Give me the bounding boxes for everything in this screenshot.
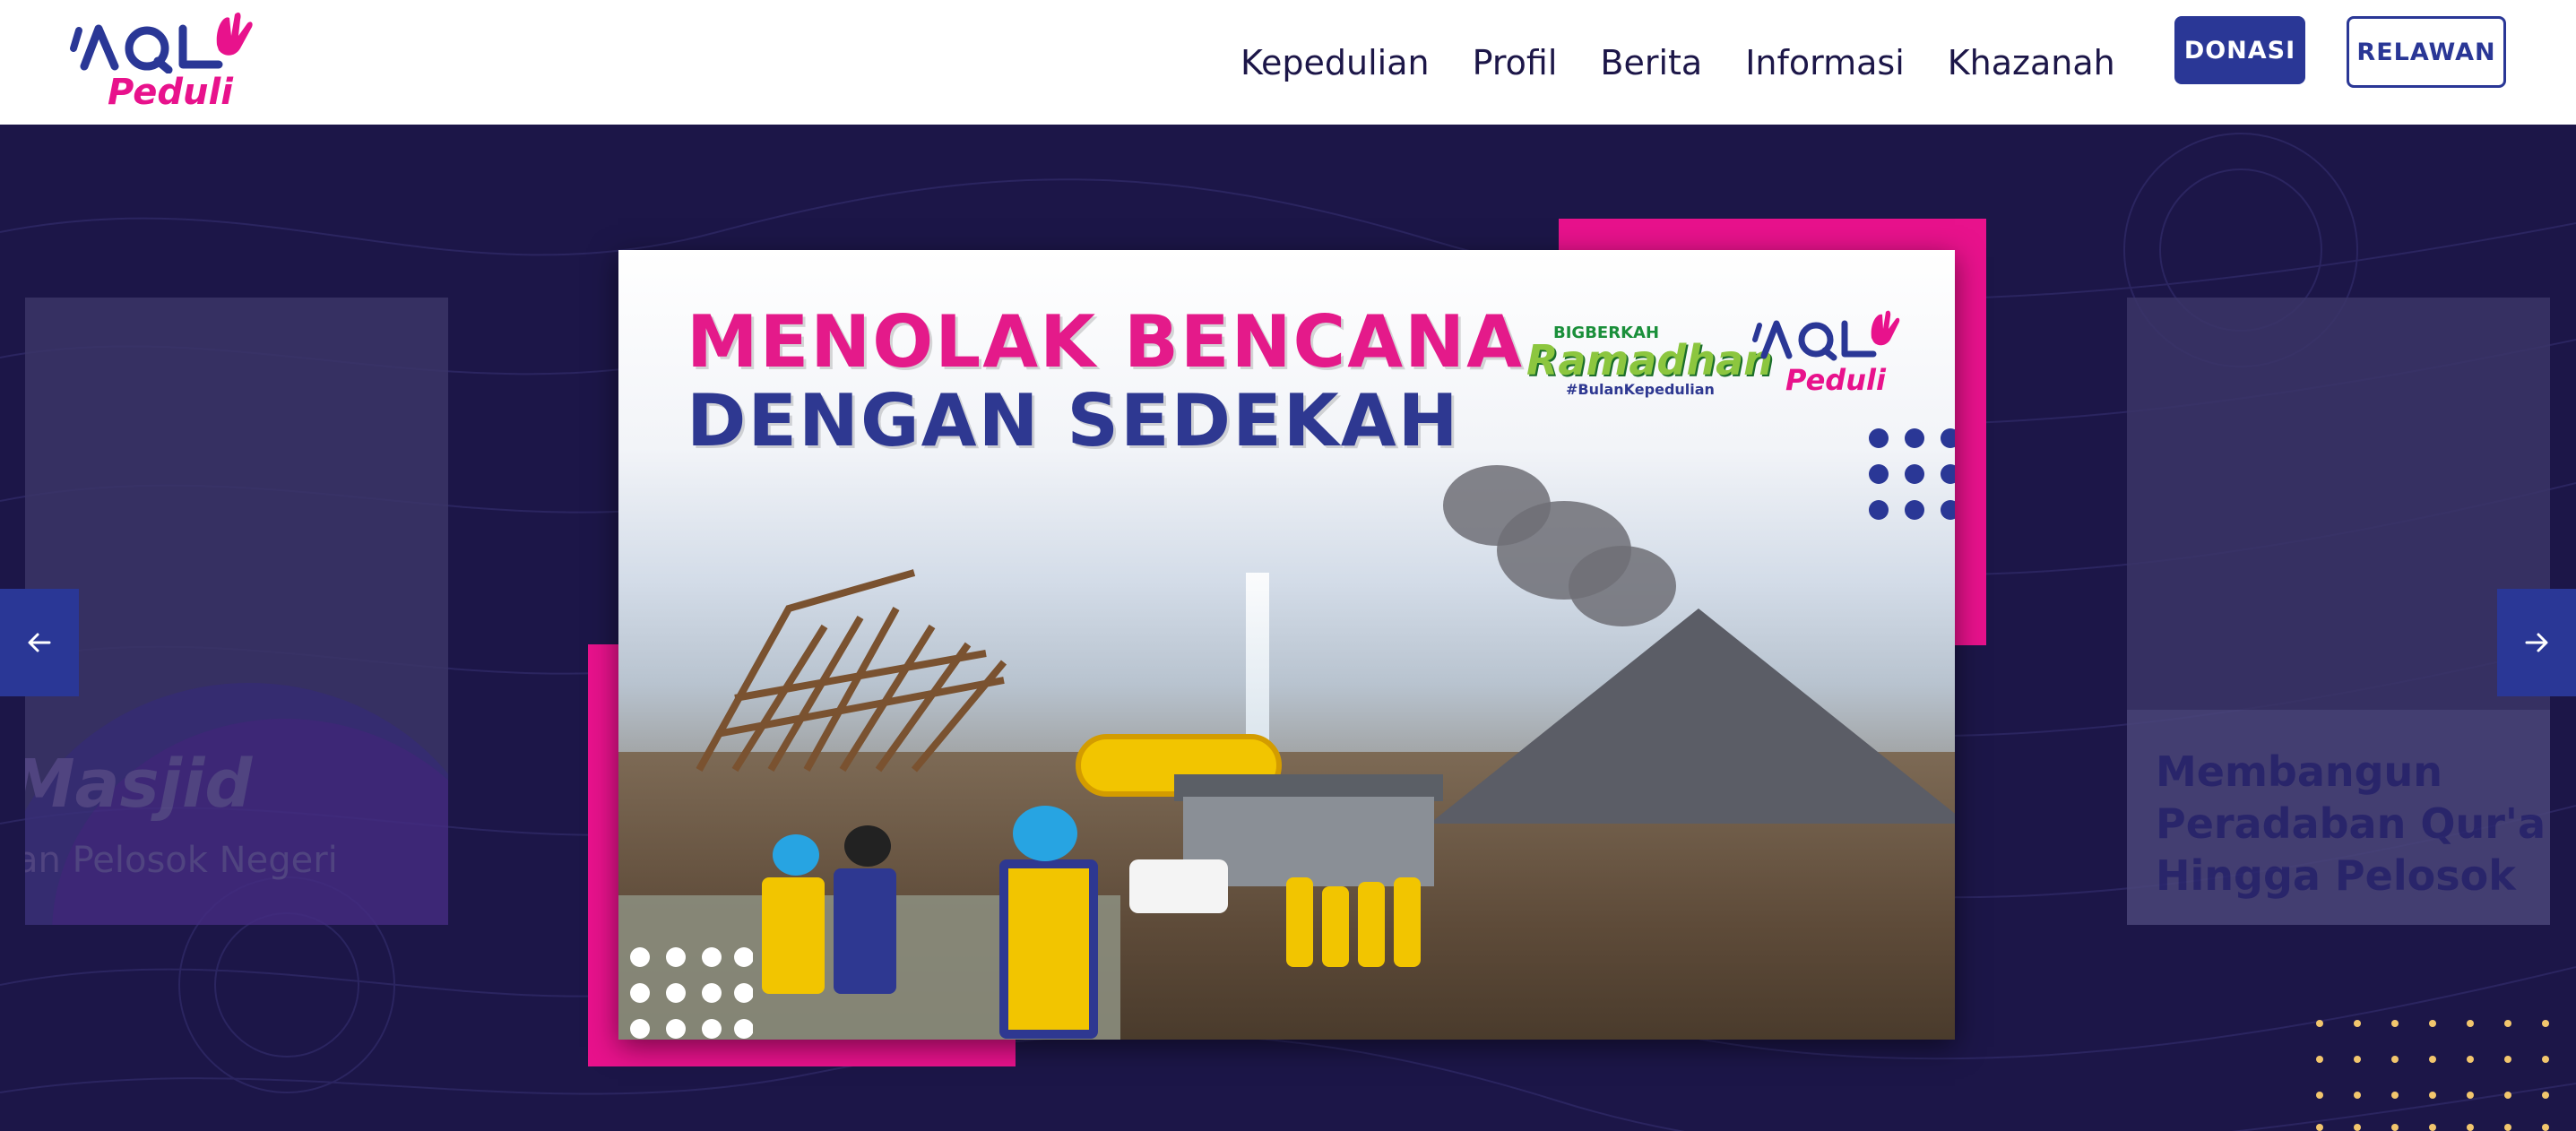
slide-headline-line2: DENGAN SEDEKAH (687, 379, 1460, 462)
donasi-button[interactable]: DONASI (2174, 16, 2305, 84)
nav-item-informasi[interactable]: Informasi (1745, 43, 1905, 82)
nav-item-profil[interactable]: Profil (1473, 43, 1558, 82)
scene-helmet (1013, 806, 1077, 861)
nav-item-kepedulian[interactable]: Kepedulian (1240, 43, 1430, 82)
scene-helmet (844, 825, 891, 867)
next-slide-title-line: Membangun (2156, 747, 2443, 796)
logo-text: Peduli (108, 72, 233, 113)
nav-item-berita[interactable]: Berita (1600, 43, 1702, 82)
badge-main-text: Ramadhan (1526, 336, 1773, 384)
badge-hashtag: #BulanKepedulian (1566, 381, 1715, 398)
slide-logo-text: Peduli (1785, 363, 1886, 397)
scene-car (1129, 859, 1228, 913)
carousel-next-button[interactable] (2497, 589, 2576, 696)
next-slide-title-line: Hingga Pelosok (2156, 851, 2516, 900)
slide-headline-line1: MENOLAK BENCANA (687, 300, 1525, 384)
aql-logo-mark (1752, 310, 1900, 361)
carousel-prev-button[interactable] (0, 589, 79, 696)
arrow-right-icon (2525, 633, 2548, 652)
main-nav: Kepedulian Profil Berita Informasi Khaza… (1240, 0, 2115, 125)
aql-peduli-logo[interactable]: Peduli (65, 5, 257, 113)
scene-volunteer (1286, 877, 1313, 967)
prev-slide-subtitle: an Pelosok Negeri (25, 840, 338, 881)
scene-volunteer (762, 877, 825, 994)
scene-helmet (773, 834, 819, 876)
slide-aql-logo: Peduli (1750, 307, 1902, 406)
decorative-dots (1869, 428, 1955, 520)
scene-volunteer (1394, 877, 1421, 967)
decorative-dots (630, 947, 753, 1039)
scene-smoke (1569, 546, 1676, 626)
nav-item-khazanah[interactable]: Khazanah (1948, 43, 2115, 82)
hero-carousel: Masjid an Pelosok Negeri Membangun Perad… (0, 125, 2576, 1131)
decorative-dots (2316, 1020, 2549, 1131)
next-slide-title-line: Peradaban Qur'a (2156, 799, 2546, 848)
next-slide-title: Membangun Peradaban Qur'a Hingga Pelosok (2156, 746, 2546, 902)
scene-volcano (1430, 609, 1955, 824)
scene-volunteer (1358, 882, 1385, 967)
next-slide-preview[interactable]: Membangun Peradaban Qur'a Hingga Pelosok (2127, 298, 2550, 925)
scene-collapsed-house (696, 569, 1007, 773)
scene-volunteer (1322, 886, 1349, 967)
scene-volunteer (834, 868, 896, 994)
aql-logo-mark (70, 13, 253, 73)
prev-slide-title: Masjid (25, 746, 253, 823)
active-slide-banner[interactable]: MENOLAK BENCANA DENGAN SEDEKAH BIGBERKAH… (618, 250, 1955, 1040)
site-header: Peduli Kepedulian Profil Berita Informas… (0, 0, 2576, 125)
bigberkah-ramadhan-badge: BIGBERKAH Ramadhan #BulanKepedulian (1526, 324, 1773, 398)
relawan-button[interactable]: RELAWAN (2347, 16, 2506, 88)
arrow-left-icon (28, 633, 51, 652)
prev-slide-preview[interactable]: Masjid an Pelosok Negeri (25, 298, 448, 925)
scene-volunteer (999, 859, 1098, 1039)
